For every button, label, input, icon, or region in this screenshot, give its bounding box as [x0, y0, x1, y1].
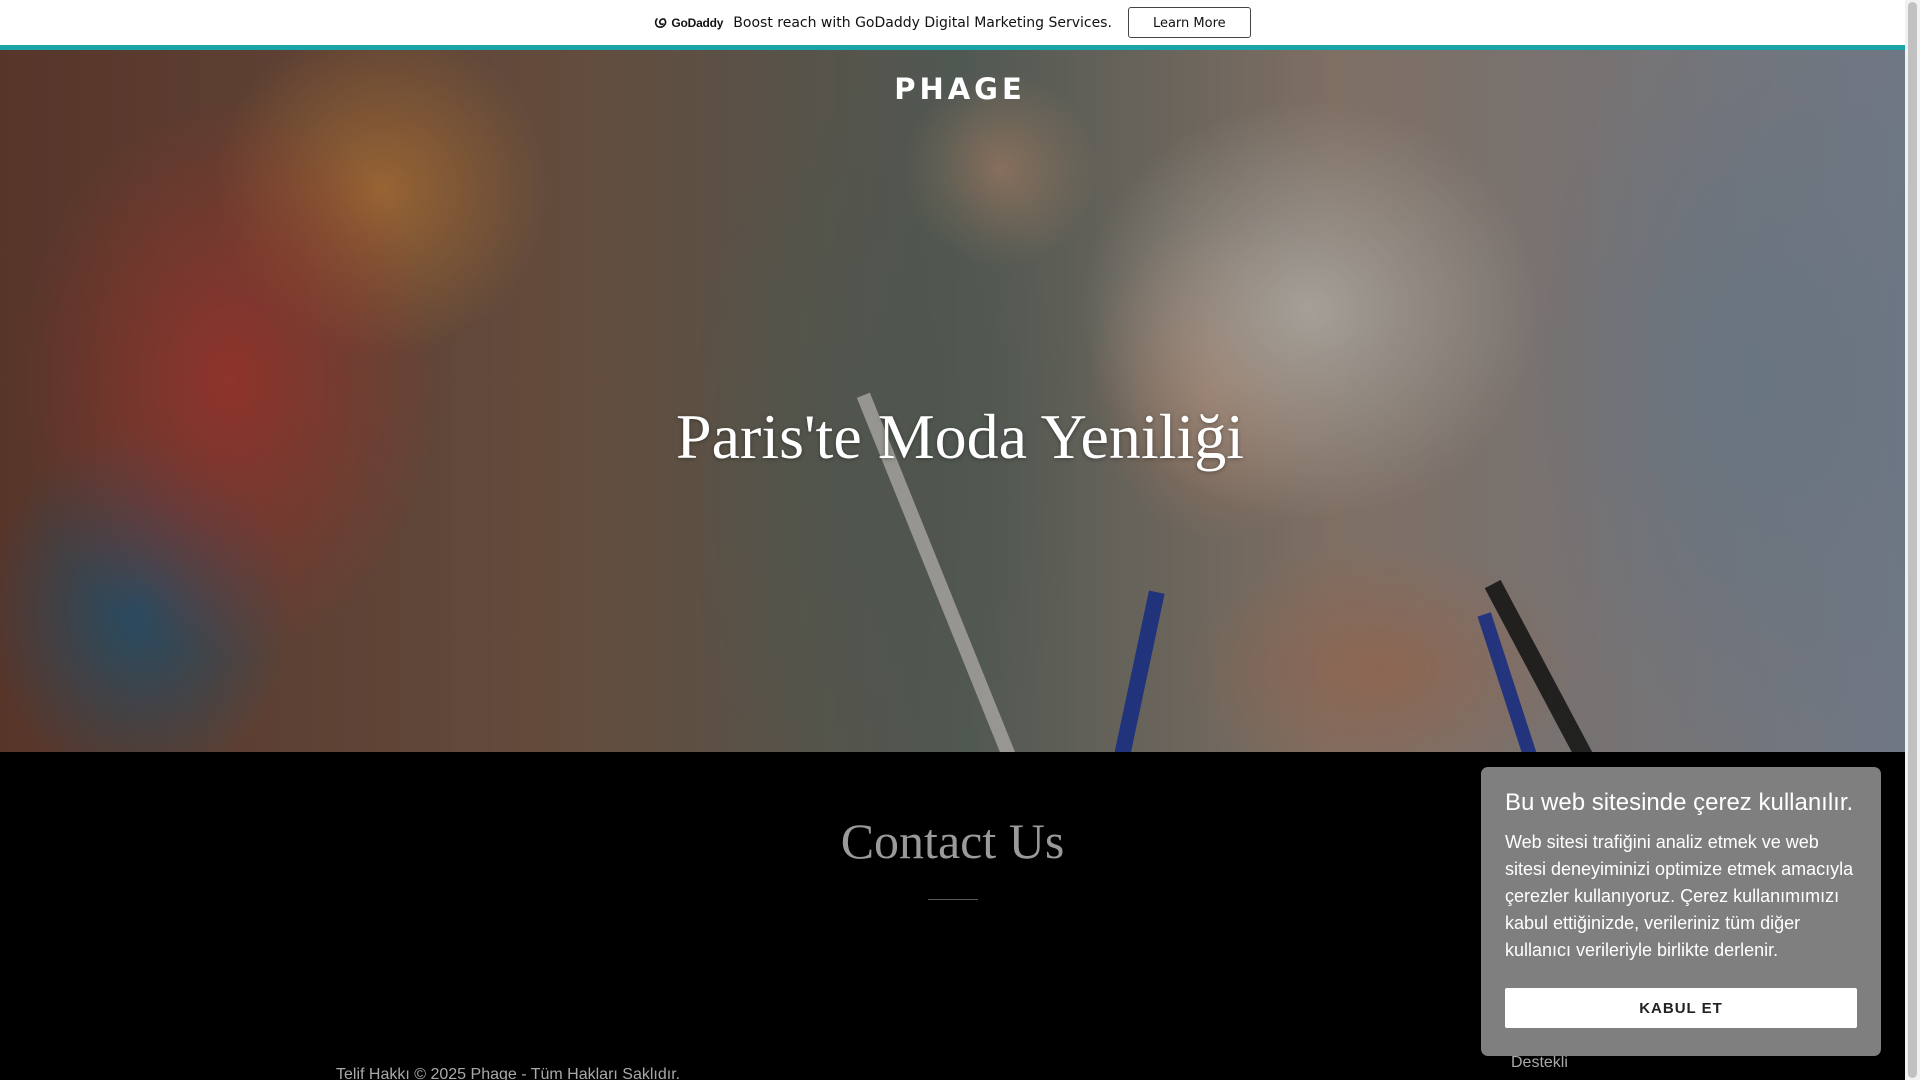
- godaddy-logo-text: GoDaddy: [671, 15, 724, 30]
- scrollbar[interactable]: [1905, 0, 1920, 1080]
- page: GoDaddy Boost reach with GoDaddy Digital…: [0, 0, 1920, 1080]
- footer-copyright: Telif Hakkı © 2025 Phage - Tüm Hakları S…: [336, 1066, 681, 1080]
- accept-cookies-button[interactable]: KABUL ET: [1505, 988, 1857, 1028]
- promo-message: Boost reach with GoDaddy Digital Marketi…: [733, 14, 1112, 31]
- cookie-title: Bu web sitesinde çerez kullanılır.: [1505, 789, 1854, 816]
- promo-banner: GoDaddy Boost reach with GoDaddy Digital…: [0, 0, 1905, 50]
- cookie-consent-popup: Bu web sitesinde çerez kullanılır. Web s…: [1481, 767, 1881, 1056]
- godaddy-logo-icon: [655, 17, 667, 28]
- scrollbar-thumb[interactable]: [1908, 2, 1917, 1078]
- site-title[interactable]: PHAGE: [0, 72, 1920, 106]
- hero-title: Paris'te Moda Yeniliği: [676, 401, 1244, 472]
- learn-more-button[interactable]: Learn More: [1127, 7, 1251, 38]
- godaddy-logo: GoDaddy: [654, 16, 723, 30]
- cookie-description: Web sitesi trafiğini analiz etmek ve web…: [1505, 832, 1854, 960]
- section-divider: [928, 899, 978, 900]
- footer-powered-by: Destekli: [1511, 1054, 1568, 1071]
